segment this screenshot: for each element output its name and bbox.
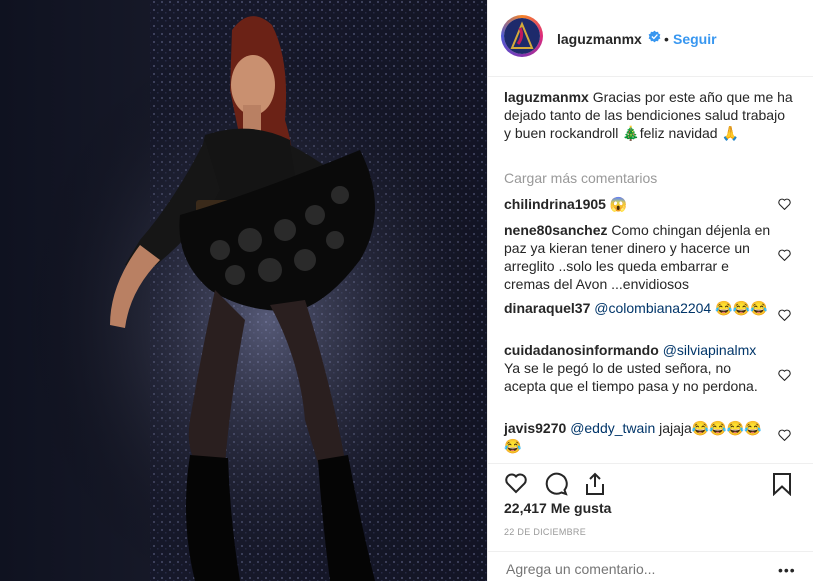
comment-mention[interactable]: @eddy_twain xyxy=(570,420,655,436)
post-photo[interactable] xyxy=(0,0,487,581)
comment-username[interactable]: nene80sanchez xyxy=(504,222,608,238)
comment-like-heart-icon[interactable] xyxy=(778,309,791,321)
likes-count[interactable]: 22,417 Me gusta xyxy=(504,500,611,516)
bookmark-icon[interactable] xyxy=(772,472,792,496)
comment-item: dinaraquel37 @colombiana2204 😂😂😂 xyxy=(504,299,774,317)
comment-like-heart-icon[interactable] xyxy=(778,369,791,381)
comment-text: 😱 xyxy=(605,196,628,212)
comment-text: 😂😂😂 xyxy=(711,300,768,316)
comment-item: cuidadanosinformando @silviapinalmx Ya s… xyxy=(504,341,774,395)
action-bar xyxy=(488,463,813,498)
comment-item: nene80sanchez Como chingan déjenla en pa… xyxy=(504,221,774,293)
comment-mention[interactable]: @silviapinalmx xyxy=(663,342,757,358)
photo-illustration xyxy=(0,0,487,581)
comment-username[interactable]: chilindrina1905 xyxy=(504,196,606,212)
comment-item: chilindrina1905 😱 xyxy=(504,195,774,213)
caption: laguzmanmx Gracias por este año que me h… xyxy=(504,88,794,142)
comment-like-heart-icon[interactable] xyxy=(778,249,791,261)
avatar[interactable] xyxy=(501,15,543,57)
post-details-panel: laguzmanmx • Seguir laguzmanmx Gracias p… xyxy=(487,0,813,581)
post-date: 22 de diciembre xyxy=(504,527,587,537)
comment-mention[interactable]: @colombiana2204 xyxy=(594,300,711,316)
separator-dot: • xyxy=(664,31,669,47)
comment-like-heart-icon[interactable] xyxy=(778,429,791,441)
more-options-icon[interactable]: ••• xyxy=(778,562,796,578)
post-username[interactable]: laguzmanmx xyxy=(557,31,642,47)
verified-badge-icon xyxy=(648,30,661,43)
comment-bubble-icon[interactable] xyxy=(544,472,568,496)
comment-username[interactable]: cuidadanosinformando xyxy=(504,342,659,358)
comment-username[interactable]: javis9270 xyxy=(504,420,566,436)
comment-item: javis9270 @eddy_twain jajaja😂😂😂😂😂 xyxy=(504,419,774,455)
caption-username[interactable]: laguzmanmx xyxy=(504,89,589,105)
load-more-comments-button[interactable]: Cargar más comentarios xyxy=(504,170,657,186)
post-header: laguzmanmx • Seguir xyxy=(488,0,813,77)
follow-button[interactable]: Seguir xyxy=(673,31,717,47)
comment-username[interactable]: dinaraquel37 xyxy=(504,300,590,316)
share-icon[interactable] xyxy=(584,472,606,496)
add-comment-input[interactable] xyxy=(504,560,748,578)
comment-text: Ya se le pegó lo de usted señora, no ace… xyxy=(504,360,758,394)
add-comment-bar: ••• xyxy=(488,551,813,581)
heart-icon[interactable] xyxy=(504,472,528,494)
comment-like-heart-icon[interactable] xyxy=(778,198,791,210)
